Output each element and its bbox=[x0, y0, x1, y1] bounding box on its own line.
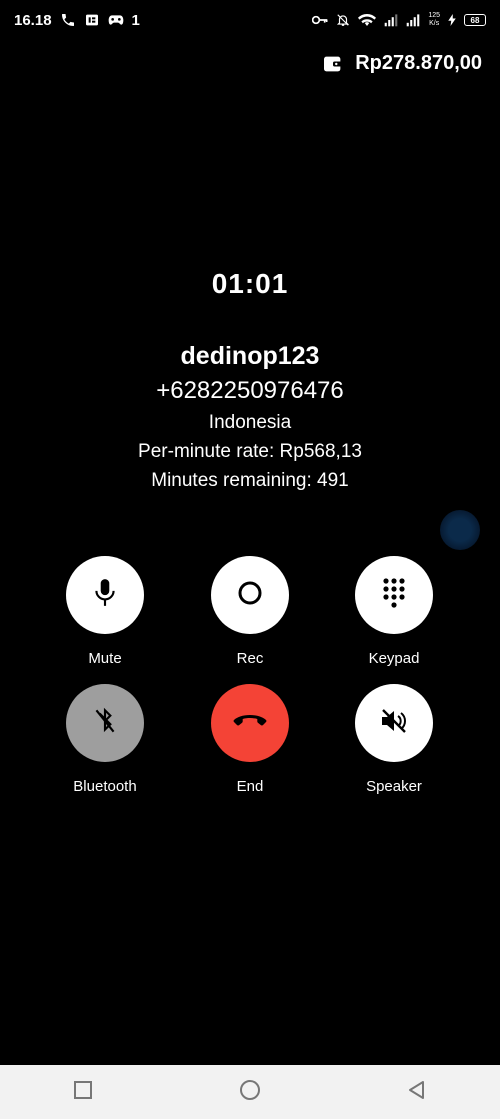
phone-call-icon bbox=[60, 12, 76, 28]
end-label: End bbox=[236, 778, 264, 795]
keypad-button[interactable] bbox=[355, 556, 433, 634]
bluetooth-disabled-icon bbox=[92, 706, 118, 741]
network-speed: 125 K/s bbox=[428, 12, 440, 28]
minutes-remaining: Minutes remaining: 491 bbox=[151, 470, 349, 491]
mute-control: Mute bbox=[60, 556, 150, 667]
rec-label: Rec bbox=[236, 650, 264, 667]
status-time: 16.18 bbox=[14, 11, 52, 29]
floating-bubble[interactable] bbox=[440, 510, 480, 550]
dialpad-icon bbox=[382, 577, 406, 614]
balance-amount: Rp278.870,00 bbox=[355, 52, 482, 74]
record-circle-icon bbox=[237, 580, 263, 611]
hang-up-icon bbox=[233, 713, 267, 734]
per-minute-rate: Per-minute rate: Rp568,13 bbox=[138, 441, 362, 462]
network-speed-value: 125 bbox=[428, 12, 440, 19]
home-button[interactable] bbox=[230, 1072, 270, 1112]
signal-icon-1 bbox=[384, 13, 398, 27]
navigation-bar bbox=[0, 1065, 500, 1119]
sim-indicator: 1 bbox=[131, 11, 140, 29]
contact-name: dedinop123 bbox=[180, 342, 320, 370]
wifi-icon bbox=[358, 13, 377, 27]
phone-number: +6282250976476 bbox=[156, 377, 344, 404]
square-icon bbox=[73, 1080, 93, 1105]
network-speed-unit: K/s bbox=[429, 20, 440, 27]
bluetooth-button[interactable] bbox=[66, 684, 144, 762]
keypad-label: Keypad bbox=[368, 650, 420, 667]
wallet-icon bbox=[323, 55, 343, 73]
rec-control: Rec bbox=[205, 556, 295, 667]
end-control: End bbox=[205, 684, 295, 795]
record-button[interactable] bbox=[211, 556, 289, 634]
speaker-off-icon bbox=[380, 708, 408, 739]
end-call-button[interactable] bbox=[211, 684, 289, 762]
mute-notification-icon bbox=[336, 13, 350, 27]
status-bar-right: 125 K/s 68 bbox=[312, 12, 486, 28]
call-country: Indonesia bbox=[208, 412, 292, 433]
bluetooth-label: Bluetooth bbox=[73, 778, 137, 795]
key-icon bbox=[312, 15, 328, 25]
status-bar: 16.18 1 125 K/s 68 bbox=[0, 0, 500, 40]
call-timer: 01:01 bbox=[211, 268, 289, 299]
call-info: 01:01 dedinop123 +6282250976476 Indonesi… bbox=[0, 268, 500, 492]
signal-icon-2 bbox=[406, 13, 420, 27]
speaker-label: Speaker bbox=[366, 778, 422, 795]
triangle-back-icon bbox=[407, 1080, 427, 1105]
back-button[interactable] bbox=[397, 1072, 437, 1112]
speaker-button[interactable] bbox=[355, 684, 433, 762]
mute-label: Mute bbox=[88, 650, 122, 667]
keypad-control: Keypad bbox=[349, 556, 439, 667]
charging-icon bbox=[448, 14, 456, 26]
status-bar-left: 16.18 1 bbox=[14, 12, 140, 29]
circle-icon bbox=[239, 1079, 261, 1106]
balance-display: Rp278.870,00 bbox=[323, 52, 482, 75]
battery-icon: 68 bbox=[464, 14, 486, 26]
notification-app-icon bbox=[84, 12, 100, 28]
gamepad-icon bbox=[108, 14, 124, 26]
mute-button[interactable] bbox=[66, 556, 144, 634]
microphone-icon bbox=[92, 578, 118, 613]
bluetooth-control: Bluetooth bbox=[60, 684, 150, 795]
recents-button[interactable] bbox=[63, 1072, 103, 1112]
speaker-control: Speaker bbox=[349, 684, 439, 795]
